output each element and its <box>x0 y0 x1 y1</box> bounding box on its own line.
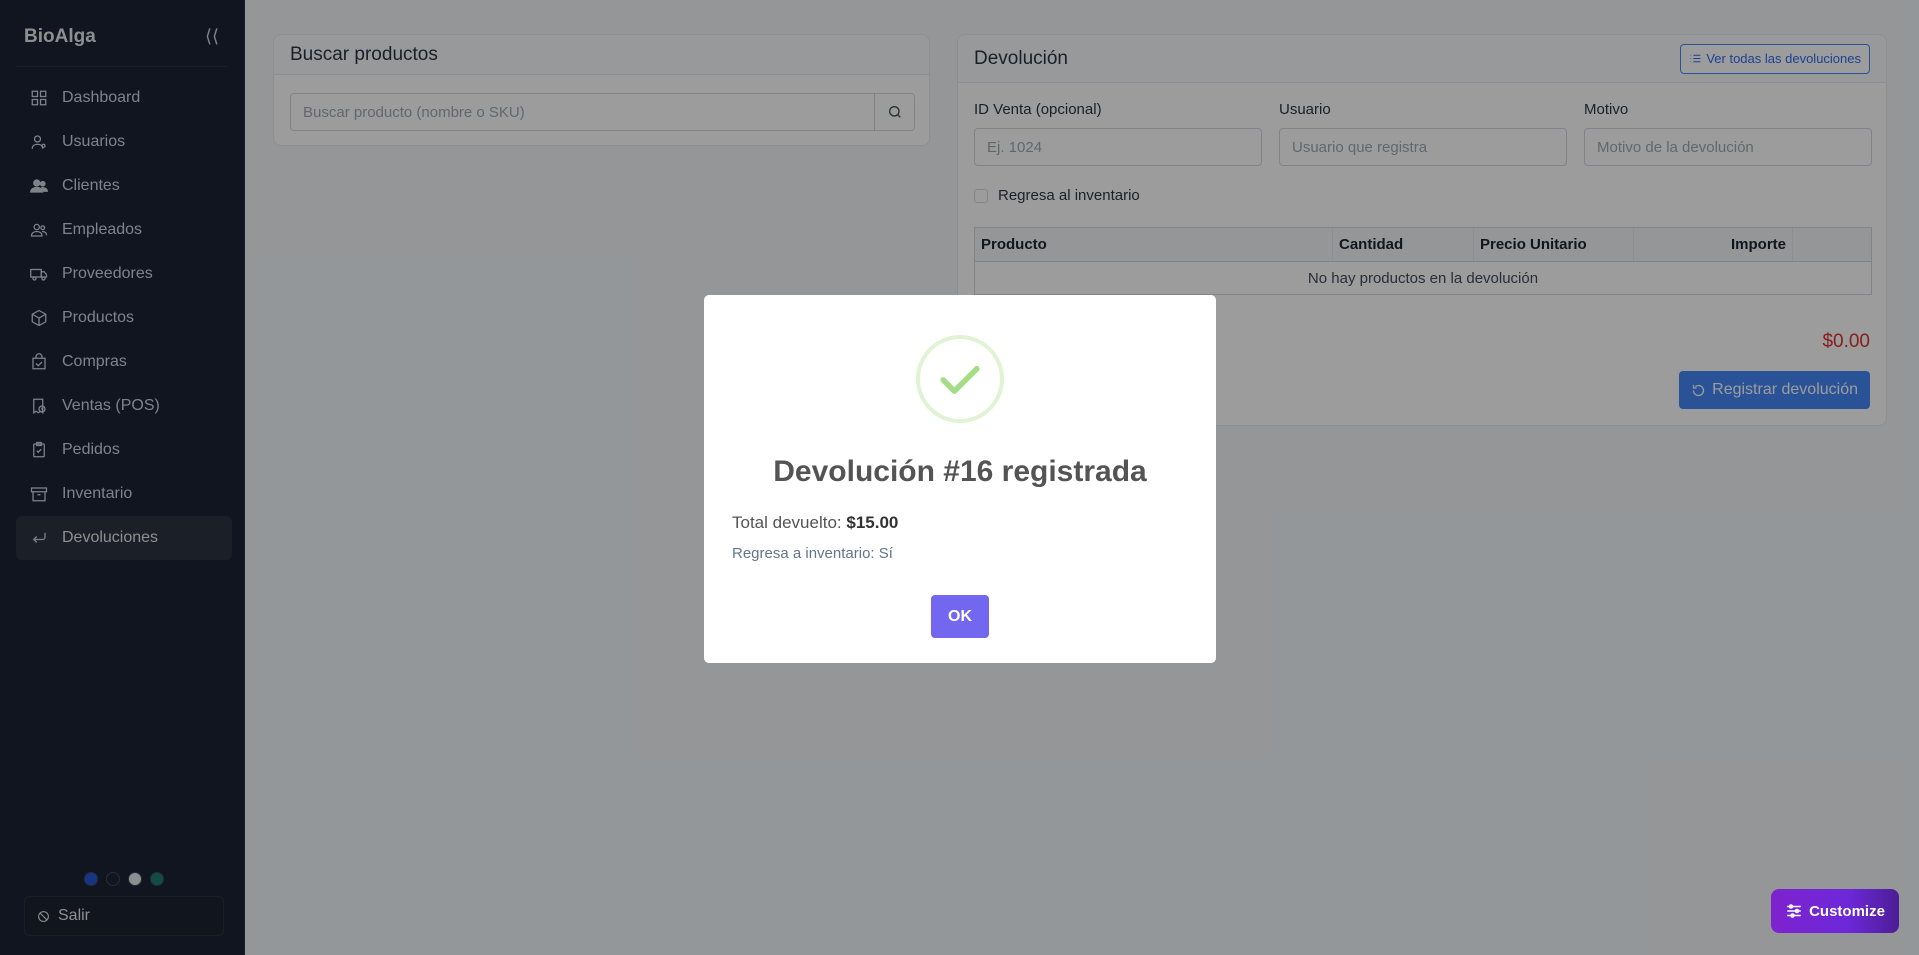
dialog-title: Devolución #16 registrada <box>773 455 1147 488</box>
ok-button[interactable]: OK <box>931 595 989 638</box>
customize-label: Customize <box>1809 902 1885 920</box>
dialog-inventory-text: Regresa a inventario: Sí <box>732 545 893 562</box>
dialog-total-row: Total devuelto: $15.00 <box>732 513 898 533</box>
success-check-icon <box>916 335 1004 423</box>
sliders-icon <box>1787 904 1801 918</box>
customize-button[interactable]: Customize <box>1771 889 1899 933</box>
dialog-total-value: $15.00 <box>846 513 899 532</box>
dialog-total-label: Total devuelto: <box>732 513 842 532</box>
success-dialog: Devolución #16 registrada Total devuelto… <box>704 295 1216 663</box>
